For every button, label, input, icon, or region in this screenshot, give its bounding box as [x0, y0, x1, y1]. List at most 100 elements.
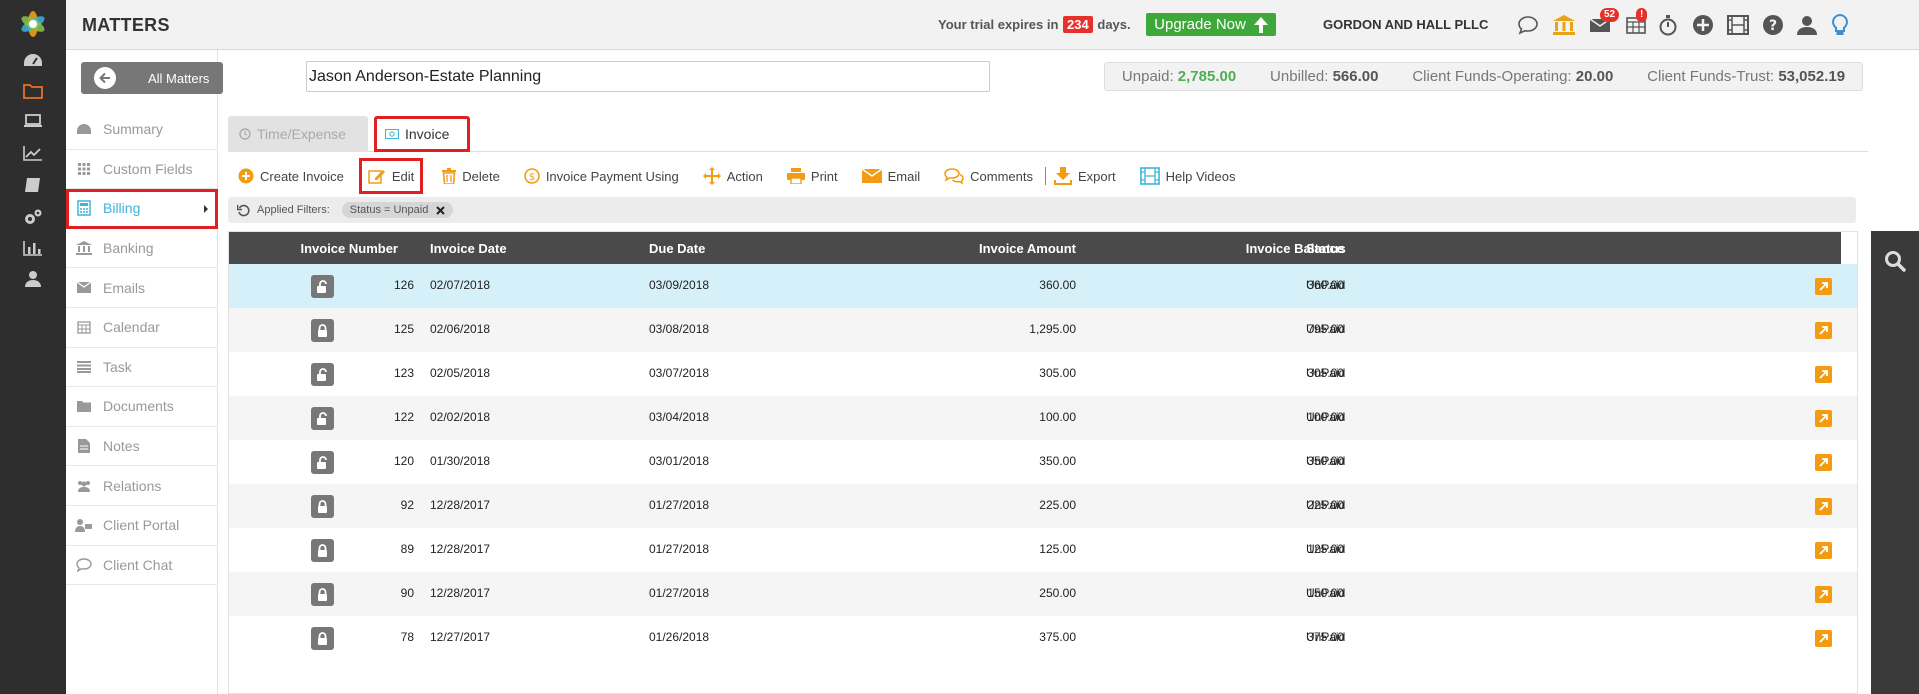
open-invoice-icon[interactable] — [1815, 542, 1832, 559]
sidebar-item-summary[interactable]: Summary — [66, 110, 218, 150]
tab-invoice[interactable]: Invoice — [374, 116, 470, 152]
profile-icon[interactable] — [1793, 11, 1821, 39]
print-button[interactable]: Print — [786, 163, 838, 189]
tab-time-expense[interactable]: Time/Expense — [228, 116, 368, 152]
sidebar-item-documents[interactable]: Documents — [66, 387, 218, 427]
export-button[interactable]: Export — [1054, 163, 1116, 189]
table-header: Invoice Number Invoice Date Due Date Inv… — [229, 232, 1841, 264]
cell-invoice-date: 02/06/2018 — [430, 322, 491, 336]
lock-icon[interactable] — [311, 539, 334, 562]
line-chart-icon[interactable] — [20, 140, 46, 166]
table-row[interactable]: 125 02/06/2018 03/08/2018 1,295.00 795.00 UnP… — [229, 308, 1857, 352]
laptop-icon[interactable] — [20, 108, 46, 134]
unlock-icon[interactable] — [311, 363, 334, 386]
invoice-table: Invoice Number Invoice Date Due Date Inv… — [228, 231, 1858, 694]
unbilled-value: 566.00 — [1332, 68, 1379, 85]
table-row[interactable]: 90 12/28/2017 01/27/2018 250.00 150.00 UnPaid — [229, 572, 1857, 616]
user-icon[interactable] — [20, 266, 46, 292]
svg-text:?: ? — [1769, 18, 1777, 34]
table-row[interactable]: 89 12/28/2017 01/27/2018 125.00 125.00 UnPaid — [229, 528, 1857, 572]
open-invoice-icon[interactable] — [1815, 410, 1832, 427]
table-row[interactable]: 92 12/28/2017 01/27/2018 225.00 225.00 UnPaid — [229, 484, 1857, 528]
delete-button[interactable]: Delete — [442, 163, 500, 189]
table-row[interactable]: 78 12/27/2017 01/26/2018 375.00 375.00 UnPaid — [229, 616, 1857, 660]
table-row[interactable]: 120 01/30/2018 03/01/2018 350.00 350.00 UnPai… — [229, 440, 1857, 484]
email-button[interactable]: Email — [861, 163, 920, 189]
lock-icon[interactable] — [311, 495, 334, 518]
cell-invoice-number: 92 — [400, 498, 414, 512]
folder-icon — [75, 398, 93, 414]
clock-icon — [239, 128, 251, 140]
folder-icon[interactable] — [20, 78, 46, 104]
help-icon[interactable]: ? — [1759, 11, 1787, 39]
trust-balance: Client Funds-Trust: 53,052.19 — [1647, 68, 1845, 85]
open-invoice-icon[interactable] — [1815, 454, 1832, 471]
cell-invoice-number: 78 — [400, 630, 414, 644]
column-due-date[interactable]: Due Date — [649, 241, 705, 256]
invoice-payment-button[interactable]: $ Invoice Payment Using — [524, 163, 679, 189]
cell-invoice-amount: 305.00 — [1039, 366, 1076, 380]
table-row[interactable]: 122 02/02/2018 03/04/2018 100.00 100.00 UnPai… — [229, 396, 1857, 440]
sidebar-item-calendar[interactable]: Calendar — [66, 308, 218, 348]
help-videos-button[interactable]: Help Videos — [1139, 163, 1235, 189]
sidebar-item-custom-fields[interactable]: Custom Fields — [66, 150, 218, 190]
sidebar-item-emails[interactable]: Emails — [66, 268, 218, 308]
sidebar-item-banking[interactable]: Banking — [66, 229, 218, 269]
book-icon[interactable] — [20, 172, 46, 198]
page-title: MATTERS — [82, 15, 170, 35]
open-invoice-icon[interactable] — [1815, 322, 1832, 339]
app-logo[interactable] — [16, 7, 50, 41]
bar-chart-icon[interactable] — [20, 235, 46, 261]
table-row[interactable]: 126 02/07/2018 03/09/2018 360.00 360.00 UnPai… — [229, 264, 1857, 308]
note-icon — [75, 438, 93, 454]
search-icon[interactable] — [1883, 249, 1907, 273]
cell-status: UnPaid — [1306, 454, 1346, 468]
calendar-icon[interactable]: ! — [1622, 8, 1650, 39]
open-invoice-icon[interactable] — [1815, 278, 1832, 295]
lightbulb-icon[interactable] — [1826, 11, 1854, 39]
action-button[interactable]: Action — [702, 163, 763, 189]
comments-button[interactable]: Comments — [944, 163, 1033, 189]
sidebar-item-billing[interactable]: Billing — [66, 189, 218, 229]
upgrade-now-button[interactable]: Upgrade Now — [1146, 13, 1276, 36]
film-icon[interactable] — [1724, 11, 1752, 39]
bank-icon[interactable] — [1550, 11, 1578, 39]
mail-icon[interactable]: 52 — [1586, 8, 1620, 39]
calendar-alert-badge: ! — [1636, 8, 1648, 22]
sidebar-item-client-portal[interactable]: Client Portal — [66, 506, 218, 546]
lock-icon[interactable] — [311, 319, 334, 342]
lock-icon[interactable] — [311, 583, 334, 606]
open-invoice-icon[interactable] — [1815, 586, 1832, 603]
create-invoice-button[interactable]: Create Invoice — [238, 163, 344, 189]
all-matters-button[interactable]: All Matters — [81, 62, 223, 94]
sidebar-item-relations[interactable]: Relations — [66, 466, 218, 506]
settings-gears-icon[interactable] — [20, 204, 46, 230]
dollar-circle-icon: $ — [524, 168, 540, 184]
unlock-icon[interactable] — [311, 275, 334, 298]
chat-bubble-icon[interactable] — [1514, 11, 1542, 39]
add-circle-icon[interactable] — [1689, 11, 1717, 39]
column-invoice-number[interactable]: Invoice Number — [300, 241, 398, 256]
sidebar-item-client-chat[interactable]: Client Chat — [66, 546, 218, 586]
sidebar-item-notes[interactable]: Notes — [66, 427, 218, 467]
stopwatch-icon[interactable] — [1654, 11, 1682, 39]
column-invoice-date[interactable]: Invoice Date — [430, 241, 507, 256]
close-icon[interactable] — [436, 205, 446, 215]
table-row[interactable]: 123 02/05/2018 03/07/2018 305.00 305.00 UnPai… — [229, 352, 1857, 396]
column-invoice-amount[interactable]: Invoice Amount — [979, 241, 1076, 256]
open-invoice-icon[interactable] — [1815, 498, 1832, 515]
button-label: Invoice Payment Using — [545, 168, 679, 184]
unlock-icon[interactable] — [311, 407, 334, 430]
filter-chip-label: Status = Unpaid — [349, 204, 429, 216]
matter-name-field[interactable]: Jason Anderson-Estate Planning — [306, 61, 990, 92]
unlock-icon[interactable] — [311, 451, 334, 474]
open-invoice-icon[interactable] — [1815, 630, 1832, 647]
column-status[interactable]: Status — [1306, 241, 1346, 256]
dashboard-icon[interactable] — [20, 48, 46, 74]
reset-filters-icon[interactable] — [237, 204, 250, 217]
operating-value: 20.00 — [1575, 68, 1614, 85]
sidebar-item-task[interactable]: Task — [66, 348, 218, 388]
open-invoice-icon[interactable] — [1815, 366, 1832, 383]
edit-button[interactable]: Edit — [358, 158, 424, 194]
lock-icon[interactable] — [311, 627, 334, 650]
